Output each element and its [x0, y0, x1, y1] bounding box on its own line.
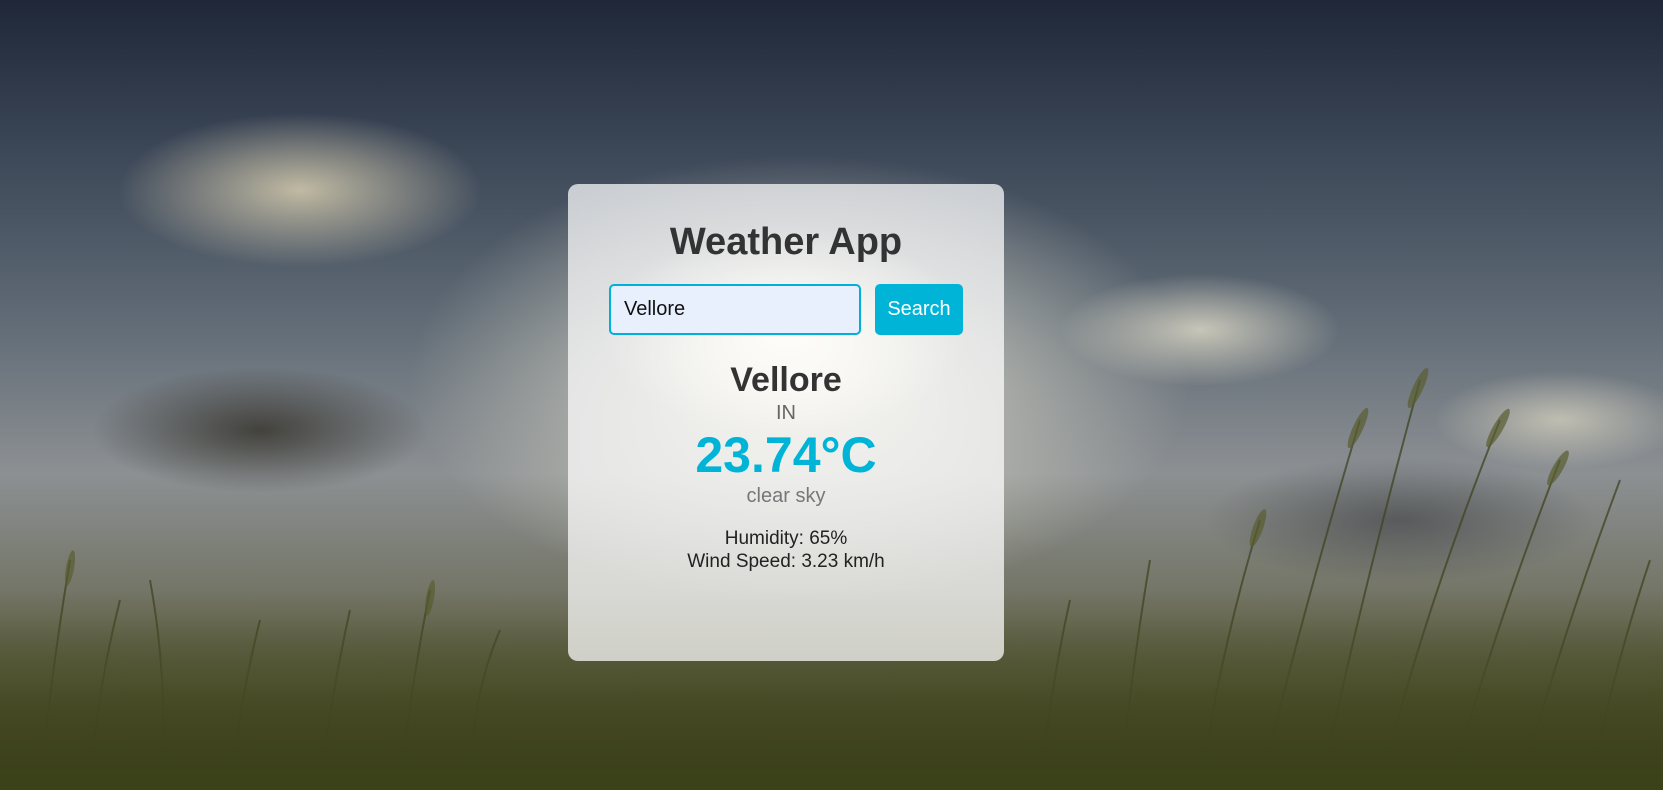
- app-title: Weather App: [669, 221, 903, 263]
- weather-details: Humidity: 65% Wind Speed: 3.23 km/h: [568, 527, 1004, 573]
- country-code: IN: [776, 402, 796, 424]
- search-button[interactable]: Search: [875, 284, 963, 335]
- city-search-input[interactable]: [609, 284, 861, 335]
- weather-description: clear sky: [746, 485, 826, 507]
- humidity-text: Humidity: 65%: [724, 528, 848, 549]
- city-name: Vellore: [730, 361, 842, 399]
- weather-card: Weather App Search Vellore IN 23.74°C cl…: [568, 184, 1004, 661]
- wind-speed-text: Wind Speed: 3.23 km/h: [687, 551, 885, 572]
- temperature: 23.74°C: [695, 427, 877, 483]
- search-bar: Search: [568, 284, 1004, 335]
